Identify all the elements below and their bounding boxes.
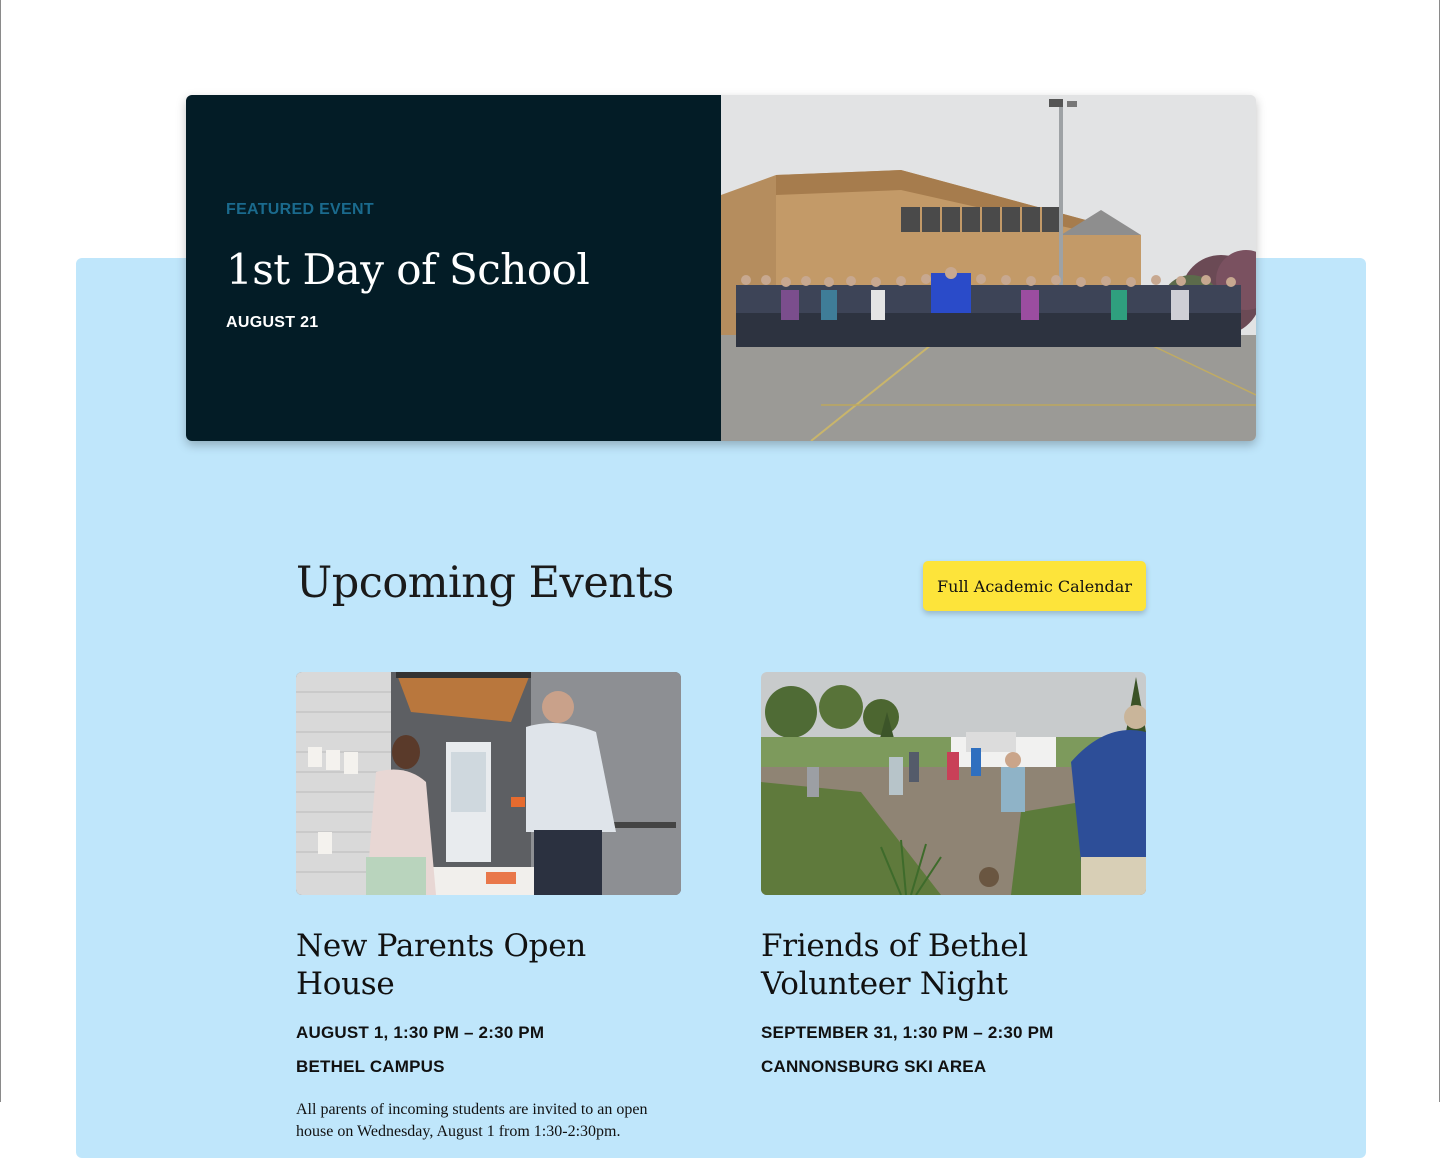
featured-event-card[interactable]: FEATURED EVENT 1st Day of School AUGUST … xyxy=(186,95,1256,441)
event-title[interactable]: Friends of Bethel Volunteer Night xyxy=(761,927,1146,1003)
full-academic-calendar-button[interactable]: Full Academic Calendar xyxy=(923,561,1146,611)
featured-event-title[interactable]: 1st Day of School xyxy=(226,245,590,294)
featured-event-photo xyxy=(721,95,1256,441)
event-location: BETHEL CAMPUS xyxy=(296,1057,445,1076)
event-datetime: SEPTEMBER 31, 1:30 PM – 2:30 PM xyxy=(761,1023,1054,1042)
event-photo xyxy=(761,672,1146,895)
event-description: All parents of incoming students are inv… xyxy=(296,1101,648,1140)
event-title[interactable]: New Parents Open House xyxy=(296,927,681,1003)
featured-event-date: AUGUST 21 xyxy=(226,314,319,331)
event-location: CANNONSBURG SKI AREA xyxy=(761,1057,987,1076)
featured-event-panel: FEATURED EVENT 1st Day of School AUGUST … xyxy=(186,95,721,441)
event-datetime: AUGUST 1, 1:30 PM – 2:30 PM xyxy=(296,1023,545,1042)
event-photo xyxy=(296,672,681,895)
event-card[interactable]: New Parents Open House AUGUST 1, 1:30 PM… xyxy=(296,672,681,1143)
featured-event-label: FEATURED EVENT xyxy=(226,201,374,218)
event-card[interactable]: Friends of Bethel Volunteer Night SEPTEM… xyxy=(761,672,1146,1077)
upcoming-events-heading: Upcoming Events xyxy=(296,558,674,608)
